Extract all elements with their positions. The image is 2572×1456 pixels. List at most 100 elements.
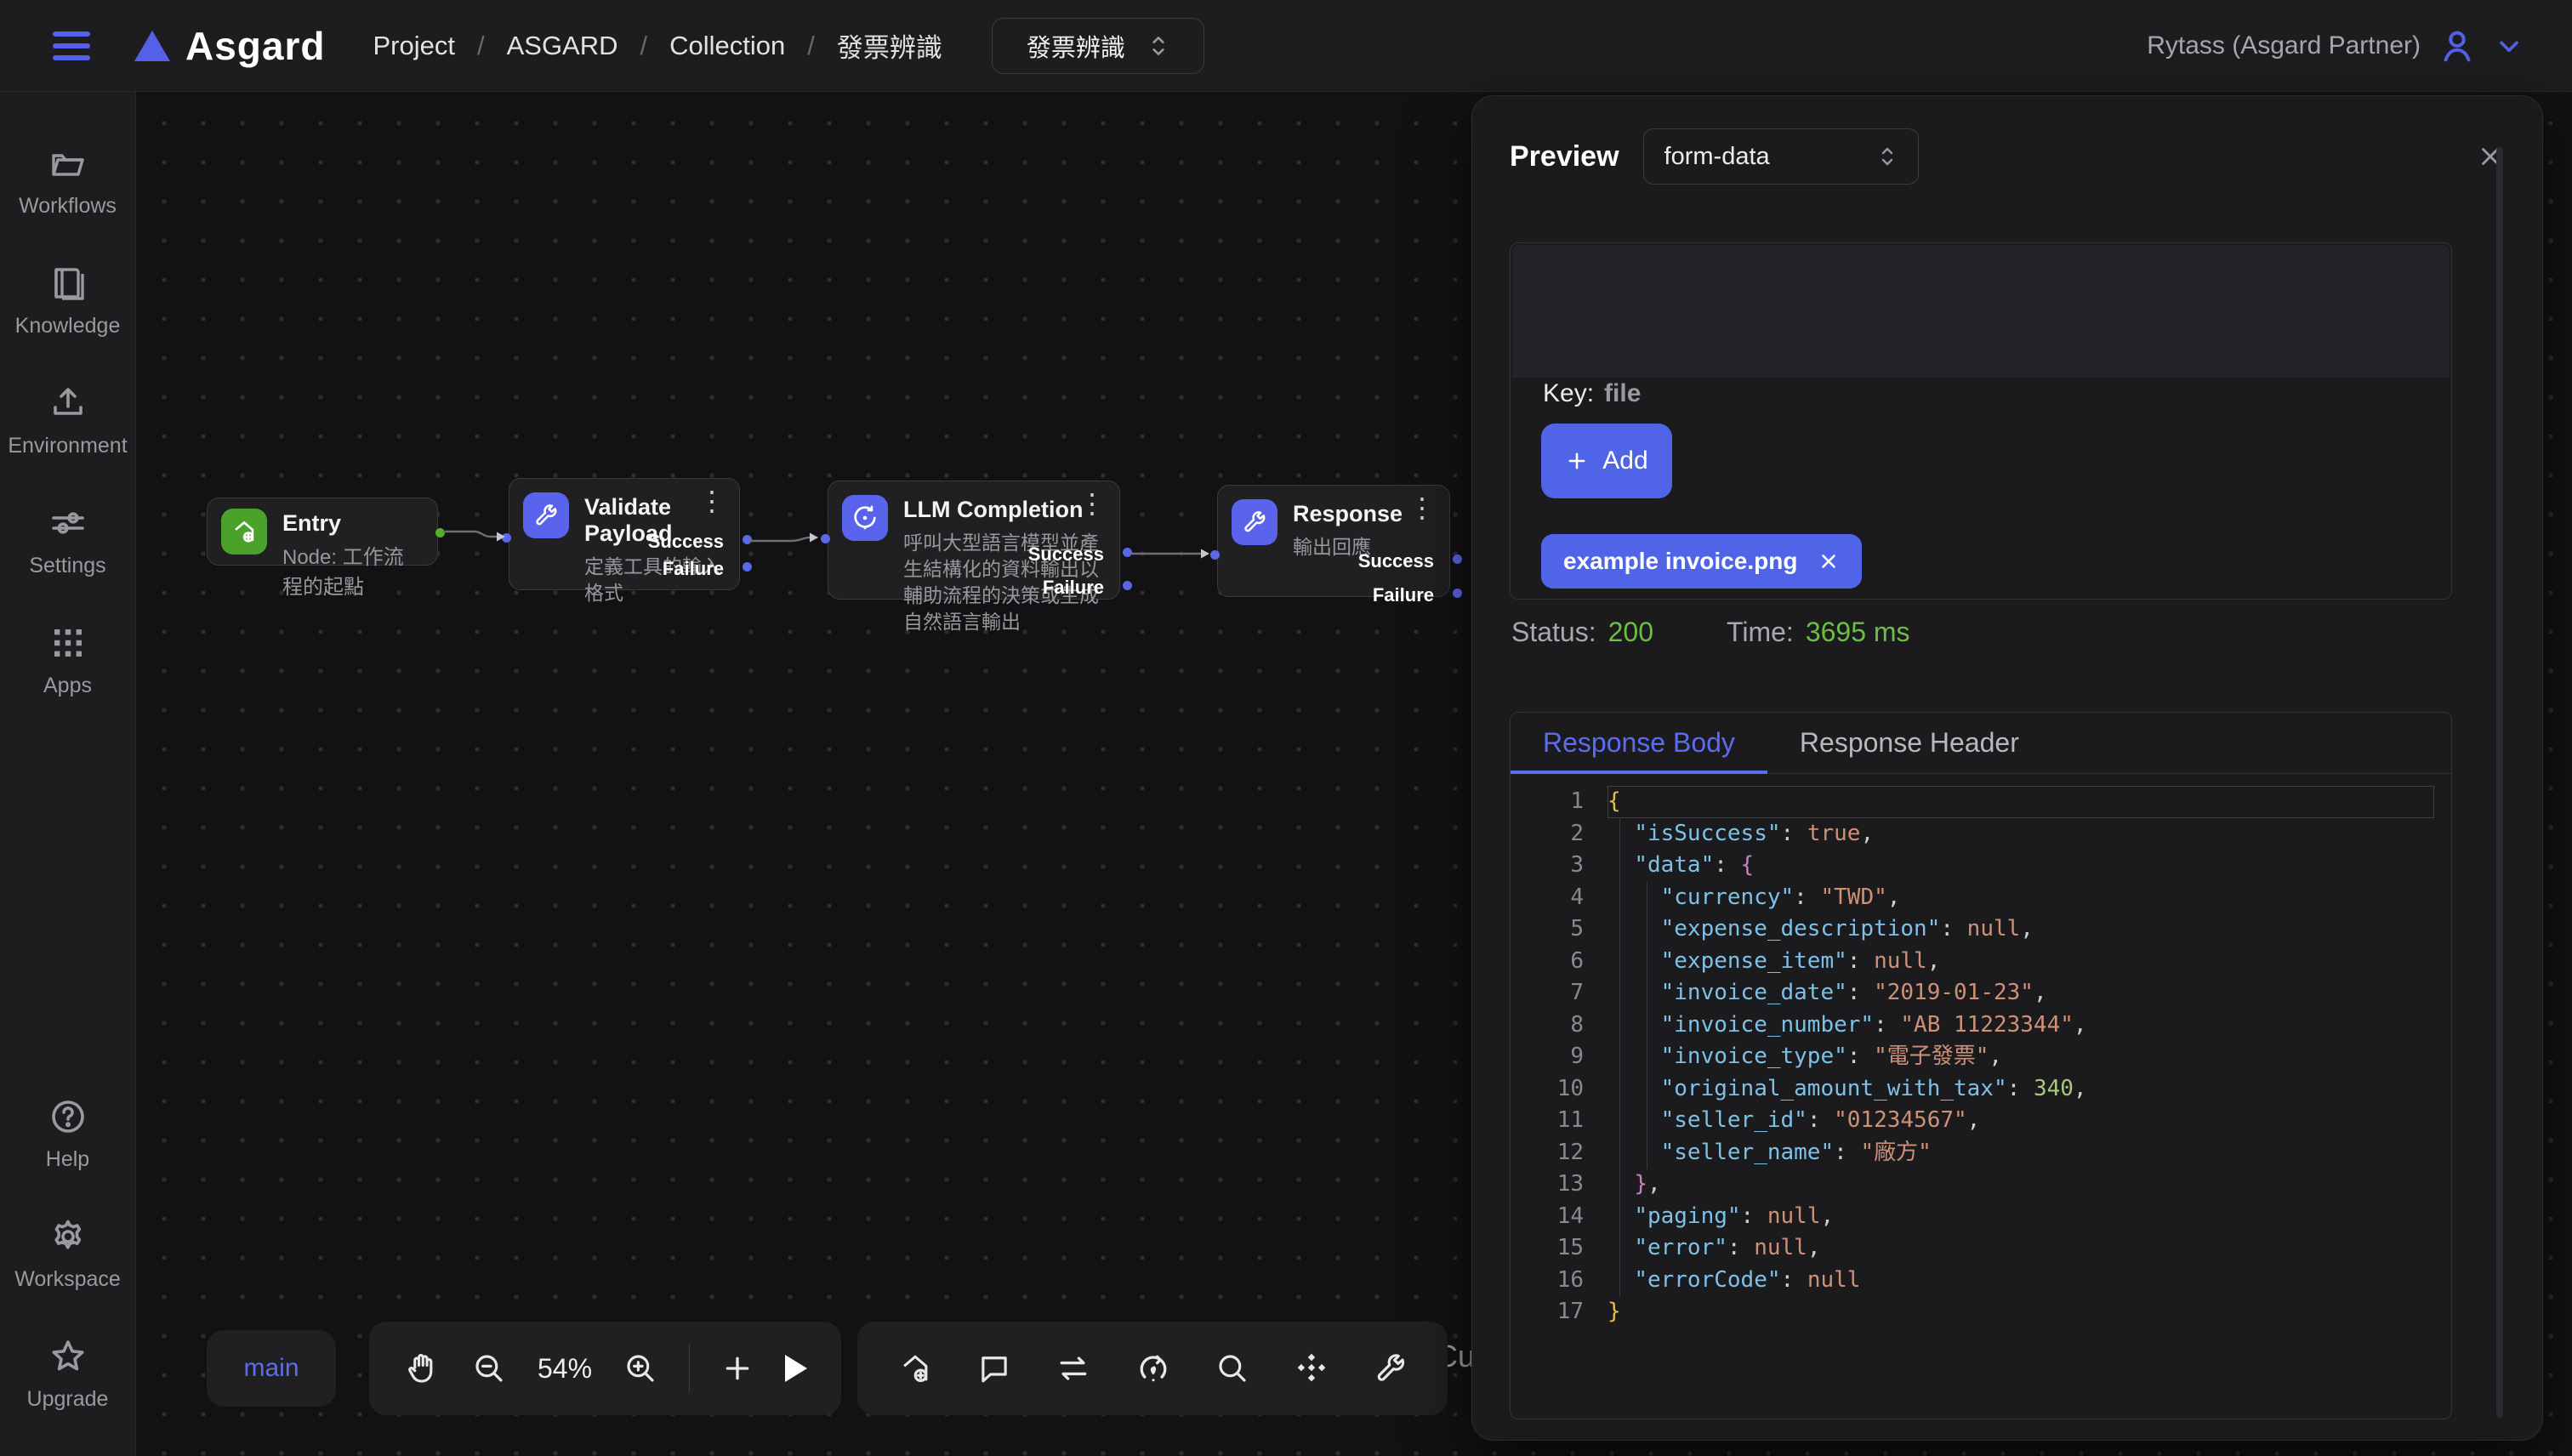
time-label: Time: xyxy=(1727,617,1794,648)
breadcrumb-separator: / xyxy=(477,31,485,61)
input-port-dot[interactable] xyxy=(1210,550,1220,560)
asgard-logo-icon xyxy=(134,31,170,61)
breadcrumb-asgard[interactable]: ASGARD xyxy=(507,31,618,61)
form-key-row: Key: file xyxy=(1543,379,1641,408)
chevron-down-icon[interactable] xyxy=(2494,31,2524,61)
app-name: Asgard xyxy=(185,23,325,69)
user-icon[interactable] xyxy=(2438,26,2477,65)
pan-hand-icon[interactable] xyxy=(403,1350,441,1387)
node-menu-icon[interactable]: ⋮ xyxy=(1078,490,1106,517)
sidebar-item-settings[interactable]: Settings xyxy=(0,481,135,600)
breadcrumb-collection[interactable]: Collection xyxy=(669,31,785,61)
add-entry-icon[interactable] xyxy=(896,1350,934,1387)
success-port-dot[interactable] xyxy=(1453,555,1462,564)
preview-panel-header: Preview form-data xyxy=(1472,96,2542,185)
hamburger-menu-icon[interactable] xyxy=(53,31,90,60)
app-root: Asgard Project / ASGARD / Collection / 發… xyxy=(0,0,2572,1456)
node-subtitle: Node: 工作流程的起點 xyxy=(282,540,424,600)
key-value: file xyxy=(1604,379,1641,407)
node-llm-completion[interactable]: ⋮ LLM Completion 呼叫大型語言模型並產生結構化的資料輸出以輔助流… xyxy=(828,481,1120,600)
code-line: 16 "errorCode": null xyxy=(1511,1265,2451,1297)
llm-refresh-icon xyxy=(842,495,888,541)
sidebar-item-help[interactable]: Help xyxy=(0,1074,135,1194)
workflow-select[interactable]: 發票辨識 xyxy=(992,18,1204,74)
code-line: 15 "error": null, xyxy=(1511,1232,2451,1265)
port-failure: Failure xyxy=(1373,584,1434,606)
breadcrumb-project[interactable]: Project xyxy=(373,31,454,61)
tab-response-body[interactable]: Response Body xyxy=(1511,713,1767,773)
response-section: Response Body Response Header 1{2 "isSuc… xyxy=(1510,712,2452,1419)
zoom-in-icon[interactable] xyxy=(623,1351,658,1386)
failure-port-dot[interactable] xyxy=(743,562,752,572)
apps-grid-icon xyxy=(48,623,88,663)
sidebar-item-workspace[interactable]: Workspace xyxy=(0,1194,135,1314)
output-port-dot[interactable] xyxy=(435,528,445,537)
input-port-dot[interactable] xyxy=(502,533,511,543)
node-menu-icon[interactable]: ⋮ xyxy=(1408,494,1436,521)
rerun-icon[interactable] xyxy=(1135,1350,1172,1387)
breadcrumb: Project / ASGARD / Collection / 發票辨識 xyxy=(373,26,942,65)
time-value: 3695 ms xyxy=(1806,617,1910,648)
key-label: Key: xyxy=(1543,379,1594,407)
node-response[interactable]: ⋮ Response 輸出回應 Success Failure xyxy=(1217,485,1450,597)
user-label: Rytass (Asgard Partner) xyxy=(2147,31,2421,60)
input-port-dot[interactable] xyxy=(821,534,830,543)
folder-icon xyxy=(48,143,88,184)
sidebar-item-workflows[interactable]: Workflows xyxy=(0,121,135,241)
file-chip[interactable]: example invoice.png xyxy=(1541,534,1862,589)
search-icon[interactable] xyxy=(1215,1351,1250,1386)
sidebar-item-label: Workspace xyxy=(14,1267,121,1292)
sidebar-item-label: Help xyxy=(46,1147,89,1172)
comment-icon[interactable] xyxy=(976,1351,1012,1386)
sidebar-item-upgrade[interactable]: Upgrade xyxy=(0,1314,135,1434)
wrench-icon[interactable] xyxy=(1373,1351,1408,1386)
code-line: 4 "currency": "TWD", xyxy=(1511,882,2451,914)
branch-label: main xyxy=(243,1354,299,1383)
tab-response-header[interactable]: Response Header xyxy=(1767,713,2051,773)
sidebar-item-knowledge[interactable]: Knowledge xyxy=(0,241,135,361)
branch-button[interactable]: main xyxy=(207,1330,336,1407)
preview-panel: Preview form-data Key: file Add xyxy=(1471,95,2543,1441)
response-body-code[interactable]: 1{2 "isSuccess": true,3 "data": {4 "curr… xyxy=(1511,774,2451,1328)
toolbar-divider xyxy=(689,1344,690,1393)
node-entry[interactable]: Entry Node: 工作流程的起點 xyxy=(207,498,438,566)
file-chip-label: example invoice.png xyxy=(1563,548,1797,575)
breadcrumb-separator: / xyxy=(640,31,648,61)
status-label: Status: xyxy=(1511,617,1596,648)
gear-icon xyxy=(48,1216,88,1257)
panel-scrollbar[interactable] xyxy=(2496,147,2503,1418)
code-line: 12 "seller_name": "廠方" xyxy=(1511,1137,2451,1169)
swap-arrows-icon[interactable] xyxy=(1055,1350,1092,1387)
failure-port-dot[interactable] xyxy=(1123,581,1132,590)
code-line: 1{ xyxy=(1511,786,2451,818)
help-icon xyxy=(48,1096,88,1137)
node-validate-payload[interactable]: ⋮ Validate Payload 定義工具的輸入格式 Success Fai… xyxy=(509,478,740,590)
success-port-dot[interactable] xyxy=(743,535,752,544)
add-file-button[interactable]: Add xyxy=(1541,424,1672,498)
node-menu-icon[interactable]: ⋮ xyxy=(698,487,726,515)
sidebar-item-apps[interactable]: Apps xyxy=(0,600,135,720)
node-title: Response xyxy=(1293,501,1403,527)
remove-file-icon[interactable] xyxy=(1818,550,1840,572)
chevron-updown-icon xyxy=(1877,145,1898,168)
code-line: 7 "invoice_date": "2019-01-23", xyxy=(1511,977,2451,1010)
sidebar-item-environment[interactable]: Environment xyxy=(0,361,135,481)
add-node-icon[interactable] xyxy=(720,1351,754,1385)
port-success: Success xyxy=(1028,543,1104,566)
failure-port-dot[interactable] xyxy=(1453,589,1462,598)
navbar-user-area: Rytass (Asgard Partner) xyxy=(2147,26,2524,65)
book-icon xyxy=(48,263,88,304)
port-failure: Failure xyxy=(663,558,724,580)
response-tabs: Response Body Response Header xyxy=(1511,713,2451,774)
sidebar-item-label: Environment xyxy=(8,434,127,458)
top-navbar: Asgard Project / ASGARD / Collection / 發… xyxy=(0,0,2572,92)
panel-title: Preview xyxy=(1510,140,1619,173)
success-port-dot[interactable] xyxy=(1123,548,1132,557)
zoom-out-icon[interactable] xyxy=(471,1351,507,1386)
run-workflow-icon[interactable] xyxy=(785,1355,807,1382)
waypoints-icon[interactable] xyxy=(1293,1350,1330,1387)
mode-select[interactable]: form-data xyxy=(1643,128,1919,185)
code-line: 11 "seller_id": "01234567", xyxy=(1511,1105,2451,1137)
wrench-node-icon xyxy=(1232,499,1277,545)
code-line: 2 "isSuccess": true, xyxy=(1511,818,2451,850)
